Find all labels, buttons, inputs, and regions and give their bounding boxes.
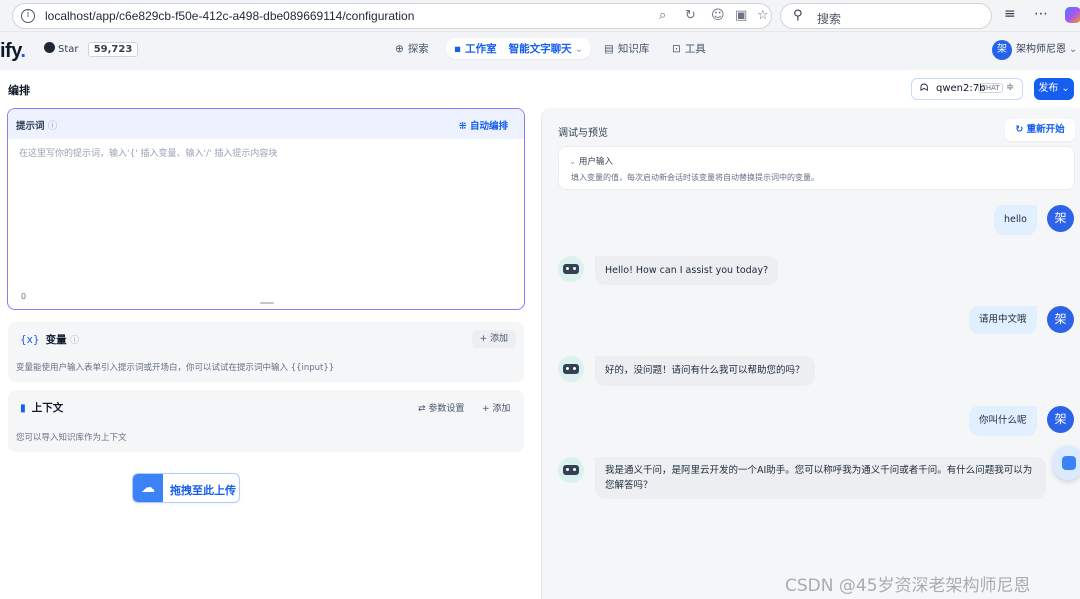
more-icon[interactable]: ⋯	[1034, 6, 1048, 22]
chevron-down-icon: ⌄	[1069, 44, 1078, 55]
user-message: hello	[994, 205, 1037, 235]
zoom-icon[interactable]: ⌕	[659, 8, 666, 23]
upload-dropzone[interactable]: ☁ 拖拽至此上传	[132, 473, 240, 503]
user-input-desc: 填入变量的值，每次启动新会话时该变量将自动替换提示词中的变量。	[571, 173, 819, 182]
github-star[interactable]: Star 59,723	[44, 42, 139, 57]
robot-icon	[563, 465, 579, 475]
user-input-title: ⌄ 用户输入	[569, 157, 613, 167]
restart-button[interactable]: ↻ 重新开始	[1005, 119, 1075, 141]
preview-title: 调试与预览	[558, 128, 608, 139]
github-icon	[44, 42, 55, 53]
nav-tools[interactable]: ⊡ 工具	[672, 41, 706, 56]
context-desc: 您可以导入知识库作为上下文	[16, 433, 127, 443]
add-context-button[interactable]: + 添加	[482, 401, 510, 414]
cloud-upload-icon: ☁	[133, 474, 163, 502]
publish-button[interactable]: 发布 ⌄	[1034, 78, 1074, 100]
user-name: 架构师尼恩	[1016, 44, 1066, 55]
nav-knowledge[interactable]: ▤ 知识库	[604, 41, 649, 56]
swap-icon: ⇄	[418, 404, 426, 414]
prompt-label: 提示词 ⓘ	[16, 121, 58, 132]
user-message: 请用中文哦	[969, 306, 1037, 334]
chat-icon	[1062, 456, 1076, 470]
variables-card: {x} 变量 ⓘ + 添加 变量能使用户输入表单引入提示词或开场白，你可以试试在提…	[8, 322, 524, 382]
char-count: 0	[21, 292, 27, 301]
bot-avatar	[558, 356, 584, 382]
prompt-header: 提示词 ⓘ ⁜ 自动编排	[8, 109, 524, 139]
avatar: 架	[1047, 406, 1074, 433]
nav-studio[interactable]: ▪ 工作室 智能文字聊天 ⌄	[446, 38, 592, 59]
bot-avatar	[558, 457, 584, 483]
favorite-icon[interactable]: ☆	[757, 8, 769, 23]
nav-explore[interactable]: ⊕ 探索	[395, 41, 429, 56]
briefcase-icon: ⊡	[672, 43, 681, 55]
refresh-icon[interactable]: ↻	[685, 8, 696, 23]
logo[interactable]: ify.	[0, 40, 26, 63]
bot-message: 好的，没问题！请问有什么我可以帮助您的吗？	[595, 356, 815, 386]
bot-avatar	[558, 256, 584, 282]
browser-bar: i localhost/app/c6e829cb-f50e-412c-a498-…	[0, 0, 1080, 32]
help-icon: ⓘ	[47, 121, 58, 132]
upload-label: 拖拽至此上传	[170, 484, 236, 497]
chevron-down-icon: ⌄	[574, 43, 584, 55]
page-title: 编排	[8, 84, 30, 97]
github-star-count: 59,723	[87, 42, 139, 57]
refresh-icon: ↻	[1015, 124, 1024, 135]
debug-preview-panel: 调试与预览 ↻ 重新开始 ⌄ 用户输入 填入变量的值，每次启动新会话时该变量将自…	[541, 108, 1080, 599]
watermark: CSDN @45岁资深老架构师尼恩	[785, 576, 1031, 596]
model-selector[interactable]: ᗣ qwen2:7b CHAT ≑	[911, 78, 1023, 100]
chevron-down-icon: ⌄	[1061, 83, 1070, 94]
site-info-icon[interactable]: i	[21, 9, 35, 23]
variables-title: {x} 变量 ⓘ	[20, 334, 80, 346]
context-title: ▮ 上下文	[20, 402, 64, 414]
variable-icon: {x}	[20, 334, 40, 346]
copilot-icon[interactable]	[1065, 7, 1080, 23]
prompt-placeholder[interactable]: 在这里写你的提示词，输入'{' 插入变量、输入'/' 插入提示内容块	[19, 146, 277, 159]
chevron-down-icon: ⌄	[569, 157, 577, 167]
avatar: 架	[1047, 205, 1074, 232]
help-icon: ⓘ	[70, 336, 80, 346]
studio-icon: ▪	[454, 43, 462, 55]
search-icon: ⚲	[793, 8, 803, 23]
robot-icon	[563, 364, 579, 374]
app-header: ify. Star 59,723 ⊕ 探索 ▪ 工作室 智能文字聊天 ⌄ ▤ 知识库 ⊡ 工…	[0, 32, 1080, 70]
variables-desc: 变量能使用户输入表单引入提示词或开场白，你可以试试在提示词中输入 {{input…	[16, 363, 335, 373]
address-bar[interactable]: i localhost/app/c6e829cb-f50e-412c-a498-…	[12, 3, 772, 29]
sparkle-icon: ⁜	[458, 121, 467, 132]
avatar: 架	[992, 40, 1012, 60]
bot-message: Hello! How can I assist you today?	[595, 256, 779, 285]
url-text[interactable]: localhost/app/c6e829cb-f50e-412c-a498-db…	[45, 9, 414, 23]
emoji-icon[interactable]: ☺	[711, 8, 725, 23]
avatar: 架	[1047, 306, 1074, 333]
favorites-list-icon[interactable]: ≡	[1004, 6, 1016, 22]
robot-icon	[563, 264, 579, 274]
add-variable-button[interactable]: + 添加	[471, 330, 516, 348]
compass-icon: ⊕	[395, 43, 404, 55]
resize-handle[interactable]	[260, 302, 274, 304]
browser-search[interactable]: ⚲ 搜索	[780, 3, 992, 29]
github-star-label: Star	[58, 44, 79, 55]
prompt-editor[interactable]: 提示词 ⓘ ⁜ 自动编排 在这里写你的提示词，输入'{' 插入变量、输入'/' …	[7, 108, 525, 310]
context-card: ▮ 上下文 ⇄ 参数设置 + 添加 您可以导入知识库作为上下文	[8, 390, 524, 452]
auto-orchestrate-button[interactable]: ⁜ 自动编排	[459, 118, 508, 132]
bot-message: 我是通义千问，是阿里云开发的一个AI助手。您可以称呼我为通义千问或者千问。有什么…	[595, 457, 1046, 499]
book-icon: ▤	[604, 43, 614, 55]
search-placeholder: 搜索	[817, 12, 842, 26]
user-input-section[interactable]: ⌄ 用户输入 填入变量的值，每次启动新会话时该变量将自动替换提示词中的变量。	[558, 146, 1075, 190]
floating-assistant-button[interactable]	[1053, 446, 1080, 480]
user-menu[interactable]: 架架构师尼恩 ⌄	[992, 40, 1077, 60]
user-message: 你叫什么呢	[969, 406, 1037, 436]
model-tag: CHAT	[978, 83, 1003, 93]
model-icon: ᗣ	[920, 83, 929, 94]
params-settings-button[interactable]: ⇄ 参数设置	[418, 401, 464, 414]
document-icon: ▮	[20, 402, 26, 414]
settings-sliders-icon: ≑	[1006, 82, 1015, 93]
split-screen-icon[interactable]: ▣	[735, 8, 747, 23]
app-selector[interactable]: 智能文字聊天	[509, 43, 572, 55]
